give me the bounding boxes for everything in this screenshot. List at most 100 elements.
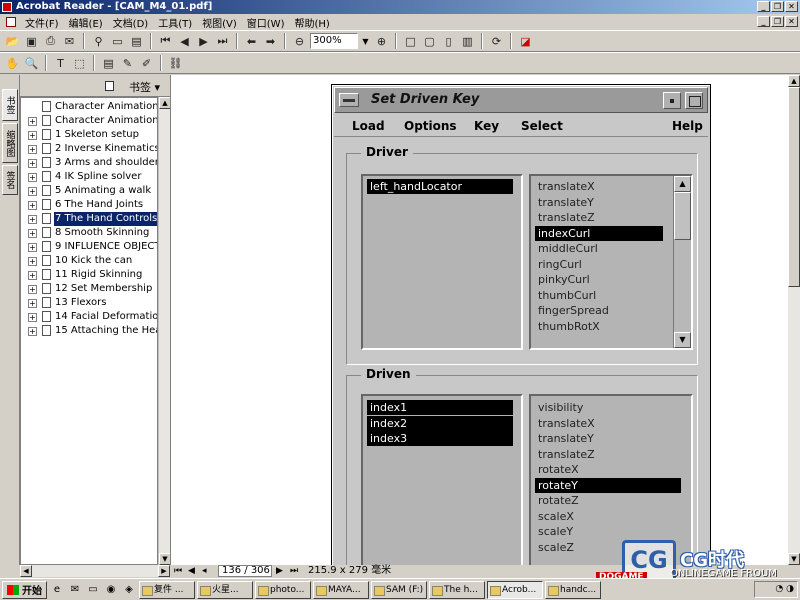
taskbar-task[interactable]: Acrob... [487,580,543,599]
bookmark-item[interactable]: Character Animation 4. [21,100,157,114]
driver-attributes-list[interactable]: ▲ ▼ translateX translateY translateZ indexC… [529,174,693,350]
driver-objects-list[interactable]: left_handLocator [361,174,523,350]
list-item[interactable]: translateX [535,416,681,431]
go-forward-icon[interactable]: ➡ [262,33,279,50]
graphics-select-icon[interactable]: ⬚ [71,55,88,72]
bookmark-item[interactable]: +7 The Hand Controls [21,212,157,226]
pencil-tool-icon[interactable]: ✎ [119,55,136,72]
taskbar-task[interactable]: 火星... [197,580,253,599]
tab-thumbnails[interactable]: 缩略图 [2,123,18,163]
bookmarks-horizontal-scrollbar[interactable]: ◀ ▶ [20,565,170,577]
bookmark-item[interactable]: + Character Animation [21,114,157,128]
list-item[interactable]: visibility [535,400,681,415]
last-page-button[interactable]: ⏭ [290,565,298,577]
expand-icon[interactable]: + [28,243,37,252]
list-item[interactable]: thumbCurl [535,288,663,303]
minimize-button[interactable]: _ [757,1,770,12]
expand-icon[interactable]: + [28,257,37,266]
bookmark-item[interactable]: +8 Smooth Skinning [21,226,157,240]
scroll-down-icon[interactable]: ▼ [674,332,691,348]
next-page-icon[interactable]: ▶ [195,33,212,50]
expand-icon[interactable]: + [28,313,37,322]
taskbar-task[interactable]: SAM (F:) [371,580,427,599]
menu-window[interactable]: 窗口(W) [242,15,290,30]
document-vertical-scrollbar[interactable]: ▲ ▼ [788,75,800,565]
list-item[interactable]: indexCurl [535,225,663,241]
maya-menu-key[interactable]: Key [474,119,499,133]
expand-icon[interactable]: + [28,285,37,294]
previous-page-button[interactable]: ◀ [188,565,195,577]
list-item[interactable]: middleCurl [535,241,663,256]
maya-menu-select[interactable]: Select [521,119,563,133]
tab-signatures[interactable]: 签名 [2,165,18,195]
scroll-right-icon[interactable]: ▶ [158,565,170,577]
menu-document[interactable]: 文档(D) [108,15,154,30]
open-icon[interactable]: 📂 [4,33,21,50]
list-item[interactable]: scaleY [535,524,681,539]
list-item[interactable]: fingerSpread [535,303,663,318]
window-titlebar[interactable]: Acrobat Reader - [CAM_M4_01.pdf] _ ❐ ✕ [0,0,800,14]
expand-icon[interactable]: + [28,187,37,196]
actual-size-icon[interactable]: □ [402,33,419,50]
scroll-thumb[interactable] [674,192,691,240]
bookmark-item[interactable]: +3 Arms and shoulders [21,156,157,170]
maya-titlebar[interactable]: Set Driven Key [334,87,708,113]
player-icon[interactable]: ◈ [121,582,137,598]
list-item[interactable]: translateX [535,179,663,194]
first-page-button[interactable]: ⏮ [174,565,182,577]
list-item[interactable]: ringCurl [535,257,663,272]
list-item[interactable]: thumbRotX [535,319,663,334]
document-view[interactable]: Set Driven Key Load Options Key Select H… [170,75,788,565]
ie-icon[interactable]: e [49,582,65,598]
expand-icon[interactable]: + [28,173,37,182]
bookmark-item[interactable]: +9 INFLUENCE OBJECTS [21,240,157,254]
page-only-icon[interactable]: ▭ [109,33,126,50]
list-item[interactable]: translateY [535,195,663,210]
list-item[interactable]: rotateY [535,477,681,493]
menu-file[interactable]: 文件(F) [20,15,64,30]
bookmark-item[interactable]: +1 Skeleton setup [21,128,157,142]
expand-icon[interactable]: + [28,201,37,210]
list-item[interactable]: rotateX [535,462,681,477]
go-back-icon[interactable]: ⬅ [243,33,260,50]
list-item[interactable]: translateZ [535,210,663,225]
media-icon[interactable]: ◉ [103,582,119,598]
driver-attributes-scrollbar[interactable]: ▲ ▼ [673,176,691,348]
find-icon[interactable]: ⚲ [90,33,107,50]
bookmark-item[interactable]: +4 IK Spline solver [21,170,157,184]
bookmarks-panel-icon[interactable]: ▤ [128,33,145,50]
zoom-in-icon[interactable]: ⊕ [373,33,390,50]
zoom-input[interactable]: 300% [310,33,358,49]
bookmark-item[interactable]: +10 Kick the can [21,254,157,268]
list-item[interactable]: translateY [535,431,681,446]
page-nav-icon[interactable]: ◂ [202,565,207,577]
expand-icon[interactable]: + [28,229,37,238]
scroll-left-icon[interactable]: ◀ [20,565,32,577]
save-icon[interactable]: ▣ [23,33,40,50]
scroll-up-icon[interactable]: ▲ [788,75,800,87]
bookmark-item[interactable]: +5 Animating a walk [21,184,157,198]
maya-window-menu-button[interactable] [339,93,359,107]
restore-button[interactable]: ❐ [771,1,784,12]
taskbar-task[interactable]: MAYA... [313,580,369,599]
close-button[interactable]: ✕ [785,1,798,12]
doc-minimize-button[interactable]: _ [757,16,770,27]
menu-view[interactable]: 视图(V) [197,15,242,30]
maya-menu-options[interactable]: Options [404,119,457,133]
text-select-icon[interactable]: T [52,55,69,72]
menu-edit[interactable]: 编辑(E) [64,15,108,30]
list-item[interactable]: index1 [367,400,513,415]
zoom-out-icon[interactable]: ⊖ [291,33,308,50]
maya-minimize-button[interactable] [663,92,681,109]
bookmark-item[interactable]: +2 Inverse Kinematics [21,142,157,156]
start-button[interactable]: 开始 [2,580,47,599]
tab-bookmarks[interactable]: 书签 [2,89,18,121]
expand-icon[interactable]: + [28,299,37,308]
list-item[interactable]: index3 [367,431,513,446]
last-page-icon[interactable]: ⏭ [214,33,231,50]
expand-icon[interactable]: + [28,271,37,280]
expand-icon[interactable]: + [28,327,37,336]
maya-menu-load[interactable]: Load [352,119,385,133]
bookmark-item[interactable]: +14 Facial Deformation [21,310,157,324]
fit-page-icon[interactable]: ▢ [421,33,438,50]
